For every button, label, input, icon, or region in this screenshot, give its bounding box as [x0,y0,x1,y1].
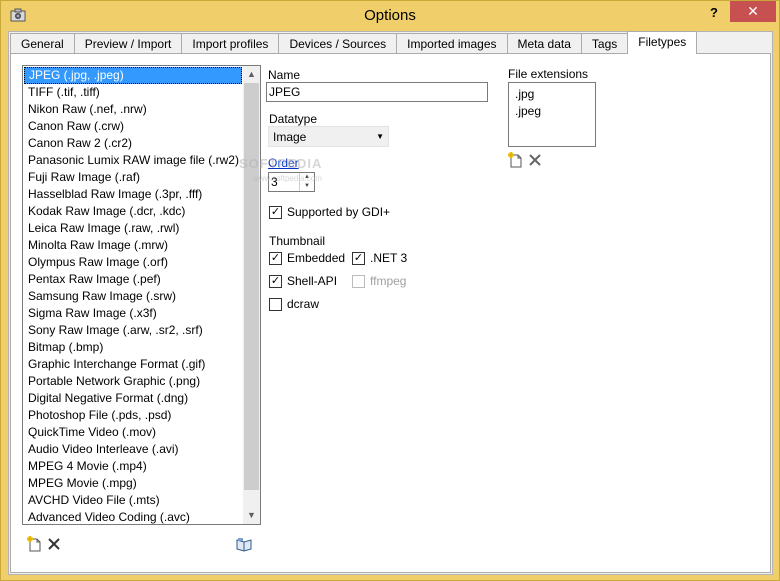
datatype-label: Datatype [269,112,318,126]
name-input[interactable]: JPEG [266,82,488,102]
list-item[interactable]: Audio Video Interleave (.avi) [24,441,242,458]
list-item[interactable]: QuickTime Video (.mov) [24,424,242,441]
scroll-thumb[interactable] [244,83,259,490]
delete-extension-icon[interactable] [527,152,543,168]
tab-devices-sources[interactable]: Devices / Sources [278,33,398,54]
window-title: Options [364,7,416,24]
extensions-list[interactable]: .jpg .jpeg [508,82,596,147]
datatype-value: Image [273,130,307,144]
ffmpeg-label: ffmpeg [370,274,407,288]
shellapi-checkbox[interactable]: ✓ Shell-API [269,274,337,288]
list-item[interactable]: Hasselblad Raw Image (.3pr, .fff) [24,186,242,203]
ffmpeg-checkbox[interactable]: ffmpeg [352,274,406,288]
list-item[interactable]: Minolta Raw Image (.mrw) [24,237,242,254]
tab-imported-images[interactable]: Imported images [396,33,508,54]
net3-label: .NET 3 [370,251,408,265]
list-item[interactable]: Sigma Raw Image (.x3f) [24,305,242,322]
list-item[interactable]: Sony Raw Image (.arw, .sr2, .srf) [24,322,242,339]
list-item[interactable]: Kodak Raw Image (.dcr, .kdc) [24,203,242,220]
net3-checkbox[interactable]: ✓ .NET 3 [352,251,407,265]
gdi-label: Supported by GDI+ [287,205,391,219]
dcraw-label: dcraw [287,297,320,311]
list-item[interactable]: Canon Raw 2 (.cr2) [24,135,242,152]
help-button[interactable]: ? [703,3,725,23]
filetype-list[interactable]: JPEG (.jpg, .jpeg) TIFF (.tif, .tiff) Ni… [22,65,261,525]
list-item[interactable]: MPEG 4 Movie (.mp4) [24,458,242,475]
datatype-select[interactable]: Image ▼ [268,126,389,147]
name-label: Name [268,68,301,82]
embedded-checkbox[interactable]: ✓ Embedded [269,251,345,265]
list-item[interactable]: MPEG Movie (.mpg) [24,475,242,492]
checkbox-empty [269,297,282,311]
list-item[interactable]: Photoshop File (.pds, .psd) [24,407,242,424]
list-item[interactable]: .jpg [515,87,534,101]
list-item[interactable]: Pentax Raw Image (.pef) [24,271,242,288]
list-item[interactable]: AVCHD Video File (.mts) [24,492,242,509]
tab-import-profiles[interactable]: Import profiles [181,33,280,54]
new-extension-icon[interactable] [507,152,523,168]
filetypes-page: JPEG (.jpg, .jpeg) TIFF (.tif, .tiff) Ni… [10,53,771,573]
list-item[interactable]: Advanced Video Coding (.avc) [24,509,242,524]
list-item[interactable]: Panasonic Lumix RAW image file (.rw2) [24,152,242,169]
delete-filetype-icon[interactable] [46,536,62,552]
book-icon[interactable] [236,536,252,552]
gdi-checkbox[interactable]: ✓ Supported by GDI+ [269,205,390,219]
new-filetype-icon[interactable] [26,536,42,552]
chevron-down-icon: ▼ [376,132,384,141]
dcraw-checkbox[interactable]: dcraw [269,297,319,311]
tab-strip: General Preview / Import Import profiles… [10,31,698,54]
list-item[interactable]: Digital Negative Format (.dng) [24,390,242,407]
checkbox-empty [352,274,365,288]
title-bar: Options ? ✕ [1,1,779,31]
list-item[interactable]: Bitmap (.bmp) [24,339,242,356]
softpedia-url: www.softpedia.com [253,174,322,183]
tab-tags[interactable]: Tags [580,33,629,54]
list-item[interactable]: .jpeg [515,104,541,118]
list-item[interactable]: Canon Raw (.crw) [24,118,242,135]
softpedia-watermark: SOFTPEDIA [239,156,323,171]
list-item[interactable]: Olympus Raw Image (.orf) [24,254,242,271]
file-extensions-label: File extensions [508,67,589,81]
shellapi-label: Shell-API [287,274,338,288]
list-item[interactable]: Samsung Raw Image (.srw) [24,288,242,305]
checkmark-icon: ✓ [269,251,282,265]
checkmark-icon: ✓ [269,205,282,219]
list-item[interactable]: JPEG (.jpg, .jpeg) [24,67,242,84]
list-item[interactable]: Portable Network Graphic (.png) [24,373,242,390]
spin-down-icon[interactable]: ▼ [300,182,314,191]
list-item[interactable]: Leica Raw Image (.raw, .rwl) [24,220,242,237]
list-item[interactable]: Fuji Raw Image (.raf) [24,169,242,186]
close-button[interactable]: ✕ [730,1,776,22]
list-item[interactable]: TIFF (.tif, .tiff) [24,84,242,101]
checkmark-icon: ✓ [269,274,282,288]
tab-meta-data[interactable]: Meta data [506,33,582,54]
scroll-up-arrow-icon[interactable]: ▲ [243,66,260,83]
dialog-client: General Preview / Import Import profiles… [8,31,773,575]
tab-filetypes[interactable]: Filetypes [627,31,698,54]
tab-preview-import[interactable]: Preview / Import [73,33,183,54]
tab-general[interactable]: General [10,33,75,54]
list-item[interactable]: Nikon Raw (.nef, .nrw) [24,101,242,118]
checkmark-icon: ✓ [352,251,365,265]
thumbnail-label: Thumbnail [269,234,326,248]
list-item[interactable]: Graphic Interchange Format (.gif) [24,356,242,373]
scroll-down-arrow-icon[interactable]: ▼ [243,507,260,524]
embedded-label: Embedded [287,251,346,265]
options-window: Options ? ✕ General Preview / Import Imp… [0,0,780,581]
list-scrollbar[interactable]: ▲ ▼ [243,66,260,524]
